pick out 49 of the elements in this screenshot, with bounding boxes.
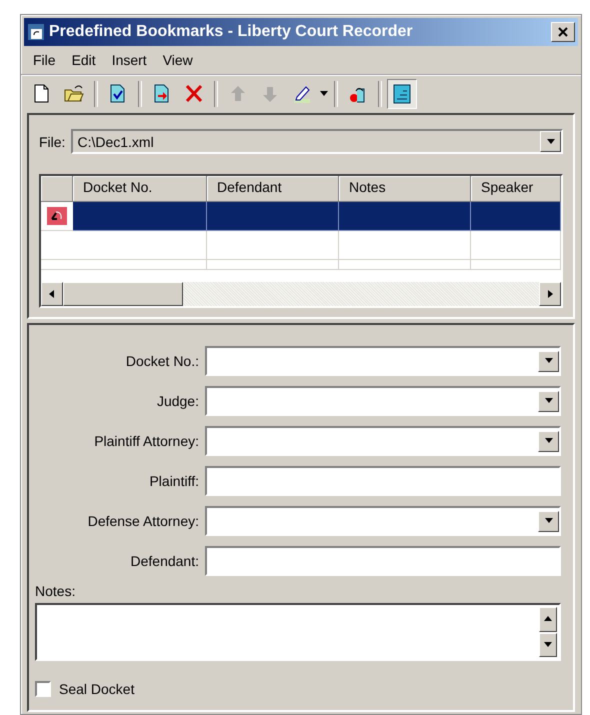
dropdown-button[interactable] [538, 510, 559, 532]
menu-item[interactable]: Edit [64, 50, 104, 70]
checkbox[interactable] [35, 681, 51, 697]
toolbar-button[interactable] [387, 78, 417, 108]
dropdown-button[interactable] [540, 131, 561, 152]
field-label: Judge: [156, 393, 200, 409]
horizontal-scrollbar[interactable] [41, 282, 561, 306]
right-arrow-icon [545, 289, 555, 299]
dropdown-field[interactable] [205, 426, 561, 456]
column-header[interactable]: Docket No. [73, 176, 207, 202]
field-label: Plaintiff Attorney: [93, 433, 200, 449]
field-label: Defense Attorney: [86, 513, 200, 529]
notes-field[interactable] [35, 603, 561, 661]
dropdown-field[interactable] [205, 506, 561, 536]
column-header[interactable]: Speaker [471, 176, 561, 202]
left-arrow-icon [47, 289, 57, 299]
menu-item[interactable]: Insert [104, 50, 155, 70]
scroll-up-button[interactable] [539, 607, 557, 632]
app-icon [27, 23, 45, 41]
file-dropdown[interactable]: C:\Dec1.xml [71, 129, 563, 154]
dropdown-button[interactable] [538, 350, 559, 372]
file-label: File: [39, 134, 66, 150]
dropdown-field[interactable] [205, 346, 561, 376]
caret-icon [319, 88, 329, 98]
column-header[interactable]: Defendant [207, 176, 339, 202]
input-field[interactable] [205, 466, 561, 496]
field-label: Plaintiff: [148, 473, 200, 489]
delete-icon [183, 82, 205, 104]
dropdown-button[interactable] [538, 390, 559, 412]
close-button[interactable] [551, 22, 575, 42]
document-lines-icon [391, 82, 413, 104]
menu-item[interactable]: View [154, 50, 201, 70]
close-icon [558, 27, 568, 37]
scrollbar-thumb[interactable] [63, 282, 183, 306]
scroll-right-button[interactable] [539, 282, 561, 306]
dropdown-field[interactable] [205, 386, 561, 416]
scroll-left-button[interactable] [41, 282, 63, 306]
input-field[interactable] [205, 546, 561, 576]
window-title: Predefined Bookmarks - Liberty Court Recorder [49, 23, 414, 41]
checkbox-label[interactable]: Seal Docket [59, 681, 134, 697]
field-label: Docket No.: [124, 353, 200, 369]
caret-icon [546, 136, 556, 146]
notes-label: Notes: [35, 583, 76, 599]
scroll-down-button[interactable] [539, 632, 557, 657]
menu-item[interactable]: File [25, 50, 64, 70]
open-folder-icon [63, 82, 85, 104]
field-label: Defendant: [130, 553, 200, 569]
dropdown-button[interactable] [538, 430, 559, 452]
column-header[interactable]: Notes [339, 176, 471, 202]
